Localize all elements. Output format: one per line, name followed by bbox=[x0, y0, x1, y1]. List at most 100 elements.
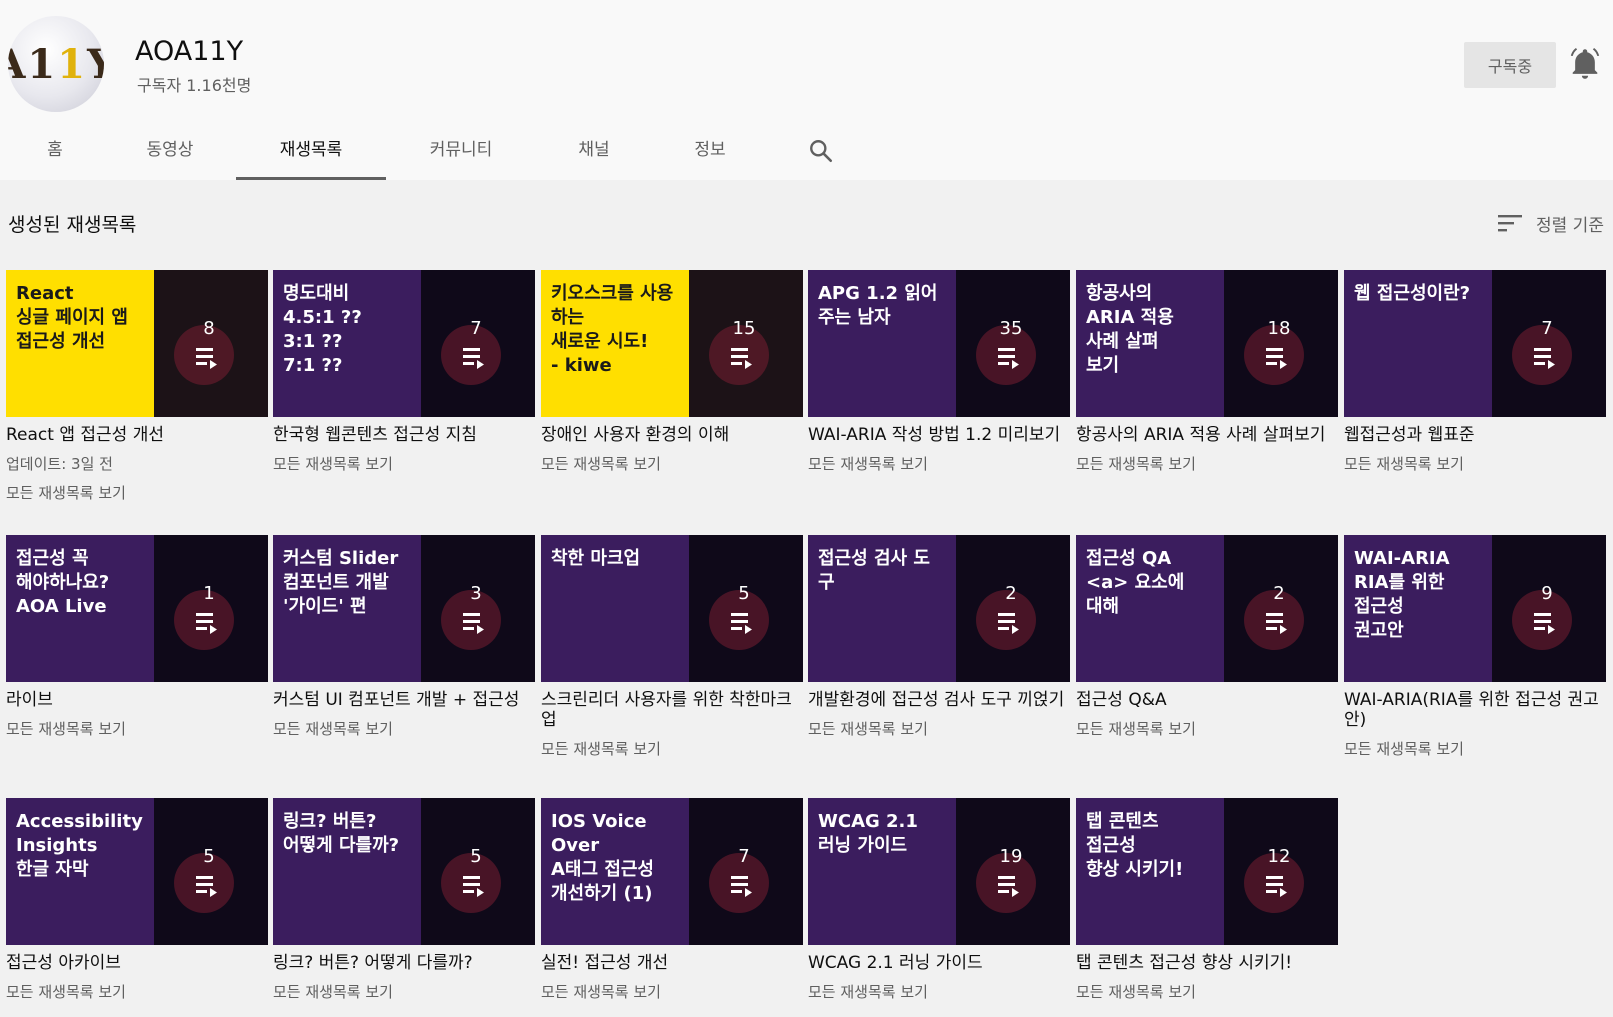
playlist-title[interactable]: WAI-ARIA 작성 방법 1.2 미리보기 bbox=[808, 425, 1070, 445]
playlist-thumbnail[interactable]: 웹 접근성이란? 7 bbox=[1344, 270, 1606, 417]
playlist-title[interactable]: 웹접근성과 웹표준 bbox=[1344, 425, 1606, 445]
playlist-thumbnail[interactable]: 접근성 검사 도구 2 bbox=[808, 535, 1070, 682]
thumbnail-text: 접근성 QA <a> 요소에 대해 bbox=[1086, 548, 1185, 617]
playlist-thumbnail[interactable]: Accessibility Insights 한글 자막 5 bbox=[6, 798, 268, 945]
view-full-playlist-link[interactable]: 모든 재생목록 보기 bbox=[541, 981, 803, 1002]
thumbnail-art: 링크? 버튼? 어떻게 다를까? bbox=[273, 798, 421, 945]
playlist-thumbnail[interactable]: WCAG 2.1 러닝 가이드 19 bbox=[808, 798, 1070, 945]
playlist-thumbnail[interactable]: APG 1.2 읽어주는 남자 35 bbox=[808, 270, 1070, 417]
view-full-playlist-link[interactable]: 모든 재생목록 보기 bbox=[273, 981, 535, 1002]
thumbnail-text: 탭 콘텐츠 접근성 향상 시키기! bbox=[1086, 811, 1184, 880]
playlist-title[interactable]: 스크린리더 사용자를 위한 착한마크업 bbox=[541, 690, 803, 730]
playlist-card[interactable]: Accessibility Insights 한글 자막 5 접근성 아카이브모든 … bbox=[6, 798, 268, 1002]
view-full-playlist-link[interactable]: 모든 재생목록 보기 bbox=[808, 453, 1070, 474]
view-full-playlist-link[interactable]: 모든 재생목록 보기 bbox=[1076, 718, 1338, 739]
search-icon bbox=[810, 140, 833, 163]
playlist-title[interactable]: 커스텀 UI 컴포넌트 개발 + 접근성 bbox=[273, 690, 535, 710]
playlist-icon bbox=[998, 876, 1019, 897]
thumbnail-text: 커스텀 Slider 컴포넌트 개발 '가이드' 편 bbox=[283, 548, 399, 617]
view-full-playlist-link[interactable]: 모든 재생목록 보기 bbox=[6, 482, 268, 503]
view-full-playlist-link[interactable]: 모든 재생목록 보기 bbox=[6, 981, 268, 1002]
playlist-thumbnail[interactable]: 링크? 버튼? 어떻게 다를까? 5 bbox=[273, 798, 535, 945]
playlist-updated: 업데이트: 3일 전 bbox=[6, 455, 113, 473]
tab-home[interactable]: 홈 bbox=[20, 128, 90, 180]
playlist-thumbnail[interactable]: 항공사의 ARIA 적용 사례 살펴 보기 18 bbox=[1076, 270, 1338, 417]
avatar-letter: A bbox=[8, 40, 28, 88]
view-full-playlist-link[interactable]: 모든 재생목록 보기 bbox=[541, 738, 803, 759]
playlist-card[interactable]: IOS Voice Over A태그 접근성 개선하기 (1) 7 실전! 접근성 … bbox=[541, 798, 803, 1002]
tab-about[interactable]: 정보 bbox=[672, 128, 748, 180]
tab-playlists[interactable]: 재생목록 bbox=[236, 128, 386, 180]
playlist-card[interactable]: WAI-ARIA RIA를 위한 접근성 권고안 9 WAI-ARIA(RIA를 위… bbox=[1344, 535, 1606, 759]
playlist-card[interactable]: 키오스크를 사용하는 새로운 시도! - kiwe 15 장애인 사용자 환경의 이… bbox=[541, 270, 803, 474]
channel-avatar[interactable]: A11Y bbox=[8, 16, 104, 112]
view-full-playlist-link[interactable]: 모든 재생목록 보기 bbox=[1076, 453, 1338, 474]
playlist-thumbnail[interactable]: 키오스크를 사용하는 새로운 시도! - kiwe 15 bbox=[541, 270, 803, 417]
playlist-title[interactable]: 한국형 웹콘텐츠 접근성 지침 bbox=[273, 425, 535, 445]
thumbnail-text: 착한 마크업 bbox=[551, 548, 641, 569]
playlist-title[interactable]: React 앱 접근성 개선 bbox=[6, 425, 268, 445]
tab-channels[interactable]: 채널 bbox=[556, 128, 632, 180]
playlist-title[interactable]: 접근성 아카이브 bbox=[6, 953, 268, 973]
view-full-playlist-link[interactable]: 모든 재생목록 보기 bbox=[808, 981, 1070, 1002]
subscribed-button[interactable]: 구독중 bbox=[1464, 42, 1556, 88]
playlist-card[interactable]: 명도대비 4.5:1 ?? 3:1 ?? 7:1 ?? 7 한국형 웹콘텐츠 접근성… bbox=[273, 270, 535, 474]
avatar-letter: 1 bbox=[27, 40, 58, 88]
playlist-title[interactable]: 링크? 버튼? 어떻게 다를까? bbox=[273, 953, 535, 973]
video-count: 7 bbox=[1541, 318, 1553, 339]
playlist-title[interactable]: WCAG 2.1 러닝 가이드 bbox=[808, 953, 1070, 973]
playlist-thumbnail[interactable]: 착한 마크업 5 bbox=[541, 535, 803, 682]
avatar-letter: Y bbox=[87, 40, 104, 88]
view-full-playlist-link[interactable]: 모든 재생목록 보기 bbox=[808, 718, 1070, 739]
playlist-thumbnail[interactable]: React 싱글 페이지 앱 접근성 개선 8 bbox=[6, 270, 268, 417]
playlist-icon bbox=[463, 348, 484, 369]
playlist-title[interactable]: WAI-ARIA(RIA를 위한 접근성 권고안) bbox=[1344, 690, 1606, 730]
playlist-card[interactable]: 접근성 검사 도구 2 개발환경에 접근성 검사 도구 끼얹기모든 재생목록 보기 bbox=[808, 535, 1070, 739]
playlist-card[interactable]: 커스텀 Slider 컴포넌트 개발 '가이드' 편 3 커스텀 UI 컴포넌트 개… bbox=[273, 535, 535, 739]
playlist-card[interactable]: 탭 콘텐츠 접근성 향상 시키기! 12 탭 콘텐츠 접근성 향상 시키기! 모든 재… bbox=[1076, 798, 1338, 1002]
playlist-thumbnail[interactable]: 접근성 QA <a> 요소에 대해 2 bbox=[1076, 535, 1338, 682]
playlist-card[interactable]: 접근성 QA <a> 요소에 대해 2 접근성 Q&A 모든 재생목록 보기 bbox=[1076, 535, 1338, 739]
playlist-title[interactable]: 라이브 bbox=[6, 690, 268, 710]
playlist-card[interactable]: 링크? 버튼? 어떻게 다를까? 5 링크? 버튼? 어떻게 다를까? 모든 재생목록… bbox=[273, 798, 535, 1002]
playlist-card[interactable]: APG 1.2 읽어주는 남자 35 WAI-ARIA 작성 방법 1.2 미리보기… bbox=[808, 270, 1070, 474]
playlist-thumbnail[interactable]: 접근성 꼭 해야하나요? AOA Live 1 bbox=[6, 535, 268, 682]
view-full-playlist-link[interactable]: 모든 재생목록 보기 bbox=[273, 718, 535, 739]
view-full-playlist-link[interactable]: 모든 재생목록 보기 bbox=[1076, 981, 1338, 1002]
playlist-card[interactable]: 접근성 꼭 해야하나요? AOA Live 1 라이브모든 재생목록 보기 bbox=[6, 535, 268, 739]
view-full-playlist-link[interactable]: 모든 재생목록 보기 bbox=[6, 718, 268, 739]
notification-bell-button[interactable] bbox=[1568, 48, 1602, 82]
section-title[interactable]: 생성된 재생목록 bbox=[8, 210, 136, 237]
playlist-title[interactable]: 항공사의 ARIA 적용 사례 살펴보기 bbox=[1076, 425, 1338, 445]
playlist-card[interactable]: React 싱글 페이지 앱 접근성 개선 8 React 앱 접근성 개선업데이트… bbox=[6, 270, 268, 503]
view-full-playlist-link[interactable]: 모든 재생목록 보기 bbox=[273, 453, 535, 474]
video-count: 7 bbox=[470, 318, 482, 339]
tab-videos[interactable]: 동영상 bbox=[120, 128, 220, 180]
playlist-card[interactable]: WCAG 2.1 러닝 가이드 19 WCAG 2.1 러닝 가이드모든 재생목록 … bbox=[808, 798, 1070, 1002]
playlist-thumbnail[interactable]: 명도대비 4.5:1 ?? 3:1 ?? 7:1 ?? 7 bbox=[273, 270, 535, 417]
playlist-title[interactable]: 실전! 접근성 개선 bbox=[541, 953, 803, 973]
view-full-playlist-link[interactable]: 모든 재생목록 보기 bbox=[541, 453, 803, 474]
playlist-thumbnail[interactable]: IOS Voice Over A태그 접근성 개선하기 (1) 7 bbox=[541, 798, 803, 945]
playlist-title[interactable]: 탭 콘텐츠 접근성 향상 시키기! bbox=[1076, 953, 1338, 973]
playlist-thumbnail[interactable]: 커스텀 Slider 컴포넌트 개발 '가이드' 편 3 bbox=[273, 535, 535, 682]
playlist-title[interactable]: 접근성 Q&A bbox=[1076, 690, 1338, 710]
playlist-title[interactable]: 장애인 사용자 환경의 이해 bbox=[541, 425, 803, 445]
playlist-icon bbox=[998, 348, 1019, 369]
playlist-card[interactable]: 착한 마크업 5 스크린리더 사용자를 위한 착한마크업모든 재생목록 보기 bbox=[541, 535, 803, 759]
playlist-icon bbox=[196, 876, 217, 897]
playlist-thumbnail[interactable]: 탭 콘텐츠 접근성 향상 시키기! 12 bbox=[1076, 798, 1338, 945]
playlist-count-overlay: 18 bbox=[1224, 270, 1338, 417]
video-count: 2 bbox=[1273, 583, 1285, 604]
playlist-title[interactable]: 개발환경에 접근성 검사 도구 끼얹기 bbox=[808, 690, 1070, 710]
view-full-playlist-link[interactable]: 모든 재생목록 보기 bbox=[1344, 453, 1606, 474]
playlist-card[interactable]: 항공사의 ARIA 적용 사례 살펴 보기 18 항공사의 ARIA 적용 사례 살… bbox=[1076, 270, 1338, 474]
playlist-thumbnail[interactable]: WAI-ARIA RIA를 위한 접근성 권고안 9 bbox=[1344, 535, 1606, 682]
sort-button[interactable]: 정렬 기준 bbox=[1498, 208, 1604, 238]
playlist-count-overlay: 5 bbox=[421, 798, 535, 945]
channel-search-button[interactable] bbox=[808, 138, 834, 164]
playlist-icon bbox=[1266, 613, 1287, 634]
tab-community[interactable]: 커뮤니티 bbox=[406, 128, 516, 180]
view-full-playlist-link[interactable]: 모든 재생목록 보기 bbox=[1344, 738, 1606, 759]
playlist-card[interactable]: 웹 접근성이란? 7 웹접근성과 웹표준모든 재생목록 보기 bbox=[1344, 270, 1606, 474]
